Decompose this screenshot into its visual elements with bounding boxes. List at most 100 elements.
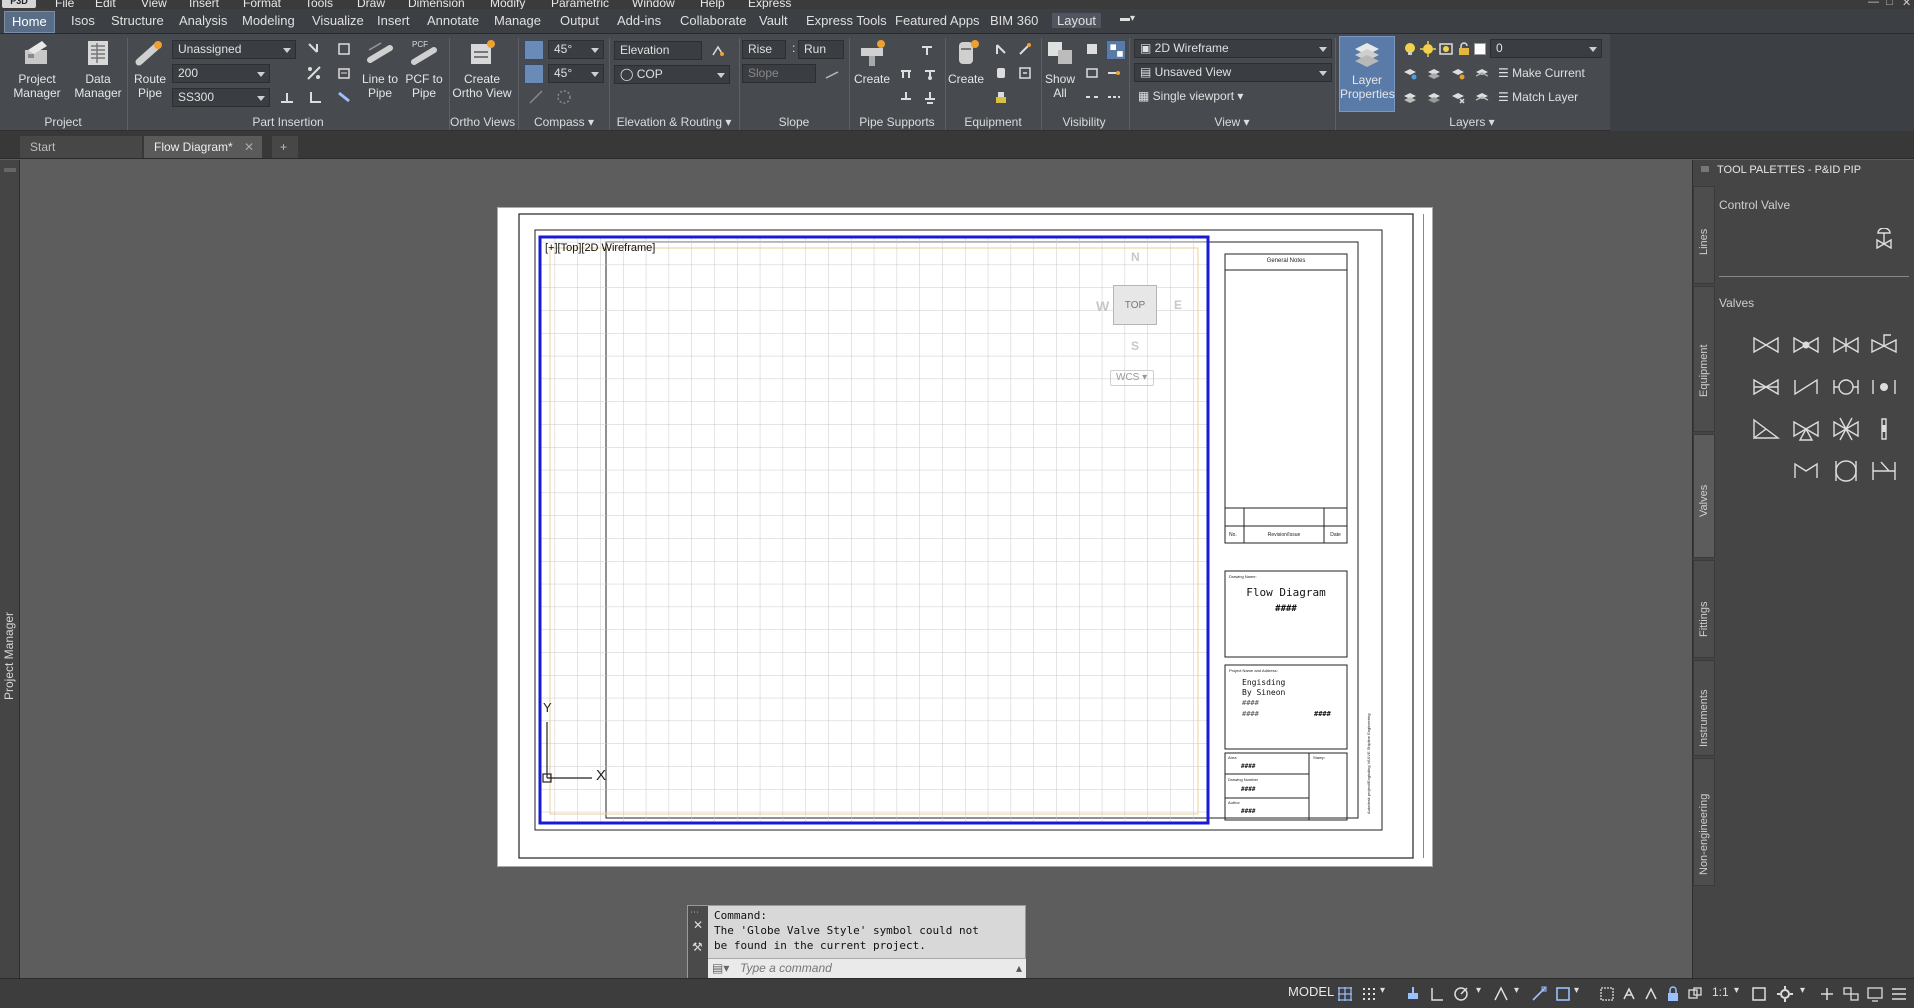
command-prompt-icon[interactable]: ▤▾ — [712, 959, 729, 978]
tab-annotate[interactable]: Annotate — [427, 13, 479, 28]
plus-icon[interactable] — [1818, 985, 1836, 1003]
panel-title-view[interactable]: View ▾ — [1130, 114, 1334, 131]
object-snap-icon[interactable] — [1554, 985, 1572, 1003]
minimize-icon[interactable]: — — [1868, 0, 1879, 8]
route-pipe-button[interactable]: Route Pipe — [130, 38, 170, 100]
viewcube-west[interactable]: W — [1096, 298, 1109, 314]
tab-start[interactable]: Start — [20, 136, 142, 158]
menu-parametric[interactable]: Parametric — [551, 0, 609, 9]
layer-dropdown[interactable]: 0 — [1490, 39, 1602, 58]
panel-title-slope[interactable]: Slope — [740, 114, 848, 131]
edit-part-icon[interactable] — [336, 65, 352, 81]
menu-dimension[interactable]: Dimension — [408, 0, 465, 9]
viewport-controls-label[interactable]: [+][Top][2D Wireframe] — [545, 242, 655, 254]
pick-elevation-icon[interactable] — [710, 43, 726, 59]
layer-off-icon[interactable] — [1426, 65, 1442, 81]
layout-sheet[interactable]: [+][Top][2D Wireframe] N W E TOP S WCS ▾… — [497, 207, 1433, 867]
show-annotation-icon[interactable] — [1598, 985, 1616, 1003]
infer-constraints-icon[interactable] — [1404, 985, 1422, 1003]
object-snap-tracking-icon[interactable] — [1530, 985, 1548, 1003]
equipment-hierarchy-icon[interactable] — [993, 89, 1009, 105]
layer-state-icon[interactable] — [1474, 65, 1490, 81]
cop-dropdown[interactable]: ◯ COP — [614, 65, 730, 84]
viewcube-east[interactable]: E — [1174, 298, 1182, 312]
plug-valve-icon[interactable] — [1831, 374, 1861, 400]
four-way-valve-icon[interactable] — [1831, 416, 1861, 442]
layer-on-icon[interactable] — [1402, 41, 1418, 57]
palette-tab-instruments[interactable]: Instruments — [1693, 660, 1715, 756]
relief-valve-icon[interactable] — [1869, 416, 1899, 442]
data-manager-button[interactable]: Data Manager — [70, 38, 126, 100]
menu-view[interactable]: View — [141, 0, 167, 9]
gear-icon[interactable] — [1776, 985, 1794, 1003]
compass-snap-icon[interactable] — [528, 89, 544, 105]
angle-valve-icon[interactable] — [1751, 416, 1781, 442]
tab-bim360[interactable]: BIM 360 — [990, 13, 1038, 28]
insert-part-icon[interactable] — [336, 41, 352, 57]
layer-previous-icon[interactable] — [1402, 89, 1418, 105]
menu-express[interactable]: Express — [748, 0, 791, 9]
tab-insert[interactable]: Insert — [377, 13, 410, 28]
hide-others-icon[interactable] — [1084, 89, 1100, 105]
tab-vault[interactable]: Vault — [759, 13, 788, 28]
equipment-attach-icon[interactable] — [993, 65, 1009, 81]
support-add-icon[interactable] — [898, 65, 914, 81]
viewport-config-button[interactable]: ▦ Single viewport ▾ — [1138, 89, 1243, 103]
support-detach-icon[interactable] — [922, 89, 938, 105]
visibility-options-icon[interactable] — [1106, 89, 1122, 105]
compass-angle-2-dropdown[interactable]: 45° — [548, 64, 604, 83]
line-to-pipe-button[interactable]: Line to Pipe — [358, 38, 402, 100]
three-way-valve-icon[interactable] — [1791, 416, 1821, 442]
diaphragm-valve-icon[interactable] — [1869, 374, 1899, 400]
panel-title-pipe-supports[interactable]: Pipe Supports — [850, 114, 944, 131]
isolate-icon[interactable] — [1084, 41, 1100, 57]
match-layer-button[interactable]: ☰ Match Layer — [1498, 90, 1578, 104]
close-tab-icon[interactable]: ✕ — [244, 136, 254, 158]
tab-modeling[interactable]: Modeling — [242, 13, 295, 28]
layer-freeze-icon[interactable] — [1420, 41, 1436, 57]
gate-valve-icon[interactable] — [1751, 332, 1781, 358]
palette-tab-lines[interactable]: Lines — [1693, 186, 1715, 284]
panel-title-layers[interactable]: Layers ▾ — [1336, 114, 1608, 131]
ortho-icon[interactable] — [1428, 985, 1446, 1003]
palette-tab-equipment[interactable]: Equipment — [1693, 286, 1715, 432]
layer-isolate-icon[interactable] — [1402, 65, 1418, 81]
cutback-icon[interactable] — [336, 89, 352, 105]
tab-collaborate[interactable]: Collaborate — [680, 13, 747, 28]
layer-properties-button[interactable]: Layer Properties — [1339, 36, 1395, 112]
flap-check-valve-icon[interactable] — [1869, 458, 1899, 484]
create-ortho-view-button[interactable]: Create Ortho View — [450, 38, 514, 100]
workspace-icon[interactable] — [1842, 985, 1860, 1003]
close-icon[interactable]: ✕ — [1902, 0, 1911, 9]
menu-edit[interactable]: Edit — [95, 0, 116, 9]
pipe-spec-dropdown[interactable]: SS300 — [172, 88, 270, 107]
panel-title-equipment[interactable]: Equipment — [946, 114, 1040, 131]
close-command-icon[interactable]: ✕ — [693, 918, 703, 932]
tab-output[interactable]: Output — [560, 13, 599, 28]
tab-layout[interactable]: Layout — [1052, 13, 1102, 28]
show-selected-icon[interactable] — [1084, 65, 1100, 81]
wcs-menu[interactable]: WCS ▾ — [1110, 370, 1154, 386]
support-replace-icon[interactable] — [922, 65, 938, 81]
tab-structure[interactable]: Structure — [111, 13, 164, 28]
menu-draw[interactable]: Draw — [357, 0, 385, 9]
named-view-dropdown[interactable]: ▤ Unsaved View — [1134, 63, 1332, 82]
tab-visualize[interactable]: Visualize — [312, 13, 364, 28]
project-manager-button[interactable]: Project Manager — [8, 38, 66, 100]
equipment-modify-icon[interactable] — [993, 41, 1009, 57]
grid-icon[interactable] — [1336, 985, 1354, 1003]
command-input[interactable]: ▤▾ Type a command ▴ — [708, 958, 1026, 978]
check-valve-icon[interactable] — [1791, 374, 1821, 400]
panel-grip-icon[interactable] — [4, 168, 16, 172]
visual-style-dropdown[interactable]: ▣ 2D Wireframe — [1134, 39, 1332, 58]
viewcube-north[interactable]: N — [1131, 250, 1140, 264]
hide-icon[interactable] — [1106, 40, 1126, 60]
tab-addins[interactable]: Add-ins — [617, 13, 661, 28]
rotary-valve-icon[interactable] — [1831, 458, 1861, 484]
ball-valve-icon[interactable] — [1831, 332, 1861, 358]
monitor-icon[interactable] — [1866, 985, 1884, 1003]
chevron-down-icon[interactable]: ▾ — [1476, 985, 1486, 1003]
compass-angle-icon[interactable] — [524, 40, 544, 60]
needle-valve-icon[interactable] — [1869, 332, 1899, 358]
spec-dropdown[interactable]: Unassigned — [172, 40, 296, 59]
